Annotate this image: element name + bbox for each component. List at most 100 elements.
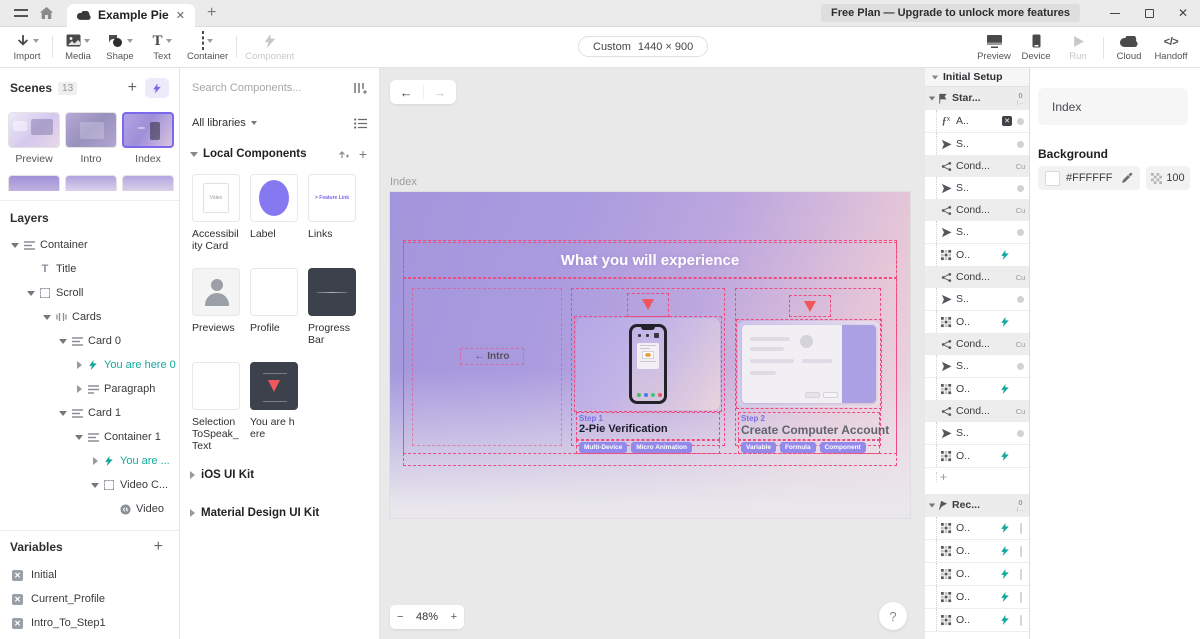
experience-card-2[interactable]: Step 2Create Computer AccountVariableFor… <box>735 288 881 446</box>
tool-media-button[interactable]: Media <box>57 27 99 67</box>
expand-open-icon[interactable] <box>74 435 84 440</box>
trigger-row-a-[interactable]: ƒxA..✕ <box>925 110 1029 133</box>
trigger-row-o-[interactable]: O.. <box>925 563 1029 586</box>
trigger-row-s-[interactable]: S.. <box>925 221 1029 244</box>
layer-row-video-c-[interactable]: Video C... <box>0 473 179 497</box>
sort-insert-icon[interactable] <box>354 82 367 94</box>
local-components-header[interactable]: Local Components + <box>180 140 379 168</box>
trigger-row-cond-[interactable]: Cond...Cu <box>925 267 1029 288</box>
scenes-list-overflow[interactable] <box>0 165 179 191</box>
zoom-in-button[interactable]: + <box>451 611 457 623</box>
list-view-icon[interactable] <box>354 118 367 129</box>
color-swatch[interactable] <box>1045 171 1060 186</box>
expand-open-icon[interactable] <box>90 483 100 488</box>
trigger-row-star-[interactable]: Star...0|.. <box>925 87 1029 110</box>
tool-container-button[interactable]: Container <box>183 27 232 67</box>
add-variable-button[interactable]: + <box>148 538 169 556</box>
trigger-row-cond-[interactable]: Cond...Cu <box>925 156 1029 177</box>
trigger-section-header[interactable]: Initial Setup <box>925 68 1029 87</box>
new-tab-button[interactable]: + <box>207 5 216 21</box>
tool-preview-button[interactable]: Preview <box>973 27 1015 68</box>
tool-text-button[interactable]: TText <box>141 27 183 67</box>
scene-name-field[interactable]: Index <box>1038 88 1188 125</box>
background-color-field[interactable]: #FFFFFF <box>1038 166 1140 190</box>
expand-open-icon[interactable] <box>927 96 936 101</box>
artboard-label[interactable]: Index <box>390 176 417 188</box>
layer-row-card-1[interactable]: Card 1 <box>0 401 179 425</box>
trigger-row-o-[interactable]: O.. <box>925 378 1029 401</box>
scene-item-partial[interactable] <box>8 175 60 191</box>
expand-open-icon[interactable] <box>927 503 936 508</box>
back-button[interactable]: ← <box>390 85 423 100</box>
expand-open-icon[interactable] <box>58 339 68 344</box>
scene-item-partial[interactable] <box>65 175 117 191</box>
trigger-row-o-[interactable]: O.. <box>925 586 1029 609</box>
variable-row-intro_to_step1[interactable]: ✕Intro_To_Step1 <box>0 611 179 635</box>
eyedropper-icon[interactable] <box>1121 172 1133 184</box>
intro-back-link[interactable]: ← Intro <box>460 348 524 365</box>
component-item-selectiontospeak-text[interactable]: SelectionToSpeak_Text <box>192 362 240 452</box>
component-item-previews[interactable]: Previews <box>192 268 240 346</box>
layer-row-you-are-[interactable]: You are ... <box>0 449 179 473</box>
kit-row-ios-ui-kit[interactable]: iOS UI Kit <box>180 460 379 490</box>
trigger-row-o-[interactable]: O.. <box>925 445 1029 468</box>
tab-close-icon[interactable]: ✕ <box>176 9 185 22</box>
component-item-links[interactable]: > Feature LinkLinks <box>308 174 356 252</box>
menu-icon[interactable] <box>14 9 28 17</box>
tool-shape-button[interactable]: Shape <box>99 27 141 67</box>
component-item-progress-bar[interactable]: Progress Bar <box>308 268 356 346</box>
add-scene-button[interactable]: + <box>122 79 143 97</box>
component-item-profile[interactable]: Profile <box>250 268 298 346</box>
trigger-row-o-[interactable]: O.. <box>925 517 1029 540</box>
canvas[interactable]: ← → Index What you will experience ← Int… <box>380 68 925 639</box>
document-tab[interactable]: Example Pie ✕ <box>67 4 195 27</box>
layer-row-you-are-here-0[interactable]: You are here 0 <box>0 353 179 377</box>
layer-row-title[interactable]: TTitle <box>0 257 179 281</box>
trigger-row-s-[interactable]: S.. <box>925 422 1029 445</box>
trigger-row-rec-[interactable]: Rec...0|.. <box>925 494 1029 517</box>
trigger-row-s-[interactable]: S.. <box>925 177 1029 200</box>
trigger-row-cond-[interactable]: Cond...Cu <box>925 334 1029 355</box>
zoom-out-button[interactable]: − <box>397 611 403 623</box>
close-button[interactable]: ✕ <box>1166 0 1200 27</box>
tool-import-button[interactable]: Import <box>6 27 48 67</box>
layer-row-paragraph[interactable]: Paragraph <box>0 377 179 401</box>
minimize-button[interactable] <box>1098 0 1132 27</box>
tool-handoff-button[interactable]: </>Handoff <box>1150 27 1192 68</box>
expand-closed-icon[interactable] <box>74 361 84 369</box>
layer-row-card-0[interactable]: Card 0 <box>0 329 179 353</box>
search-components-input[interactable] <box>192 82 354 94</box>
layer-row-cards[interactable]: Cards <box>0 305 179 329</box>
layer-row-container[interactable]: Container <box>0 233 179 257</box>
expand-closed-icon[interactable] <box>74 385 84 393</box>
tool-device-button[interactable]: Device <box>1015 27 1057 68</box>
library-filter[interactable]: All libraries <box>180 108 379 138</box>
component-item-you-are-here[interactable]: You are here <box>250 362 298 452</box>
add-action-button[interactable]: + <box>940 470 947 484</box>
zoom-value[interactable]: 48% <box>416 611 438 623</box>
home-icon[interactable] <box>40 7 53 19</box>
component-item-label[interactable]: Label <box>250 174 298 252</box>
trigger-row-cond-[interactable]: Cond...Cu <box>925 200 1029 221</box>
trigger-row-s-[interactable]: S.. <box>925 355 1029 378</box>
trigger-row-cond-[interactable]: Cond...Cu <box>925 401 1029 422</box>
canvas-size-selector[interactable]: Custom 1440 × 900 <box>578 36 708 57</box>
expand-open-icon[interactable] <box>10 243 20 248</box>
publish-icon[interactable] <box>337 148 349 160</box>
variable-row-current_profile[interactable]: ✕Current_Profile <box>0 587 179 611</box>
opacity-field[interactable]: 100 <box>1146 166 1190 190</box>
component-item-accessibility-card[interactable]: VideoAccessibility Card <box>192 174 240 252</box>
scene-item-index[interactable]: Index <box>122 112 174 165</box>
interactions-toggle-button[interactable] <box>145 78 169 98</box>
scene-item-partial[interactable] <box>122 175 174 191</box>
artboard[interactable]: What you will experience ← Intro Step 12… <box>390 192 910 518</box>
scene-item-intro[interactable]: Intro <box>65 112 117 165</box>
experience-card-1[interactable]: Step 12-Pie VerificationMulti-DeviceMicr… <box>571 288 725 446</box>
scene-item-preview[interactable]: Preview <box>8 112 60 165</box>
expand-open-icon[interactable] <box>42 315 52 320</box>
trigger-row-o-[interactable]: O.. <box>925 311 1029 334</box>
expand-open-icon[interactable] <box>58 411 68 416</box>
layer-row-container-1[interactable]: Container 1 <box>0 425 179 449</box>
help-button[interactable]: ? <box>879 602 907 630</box>
trigger-row-o-[interactable]: O.. <box>925 540 1029 563</box>
